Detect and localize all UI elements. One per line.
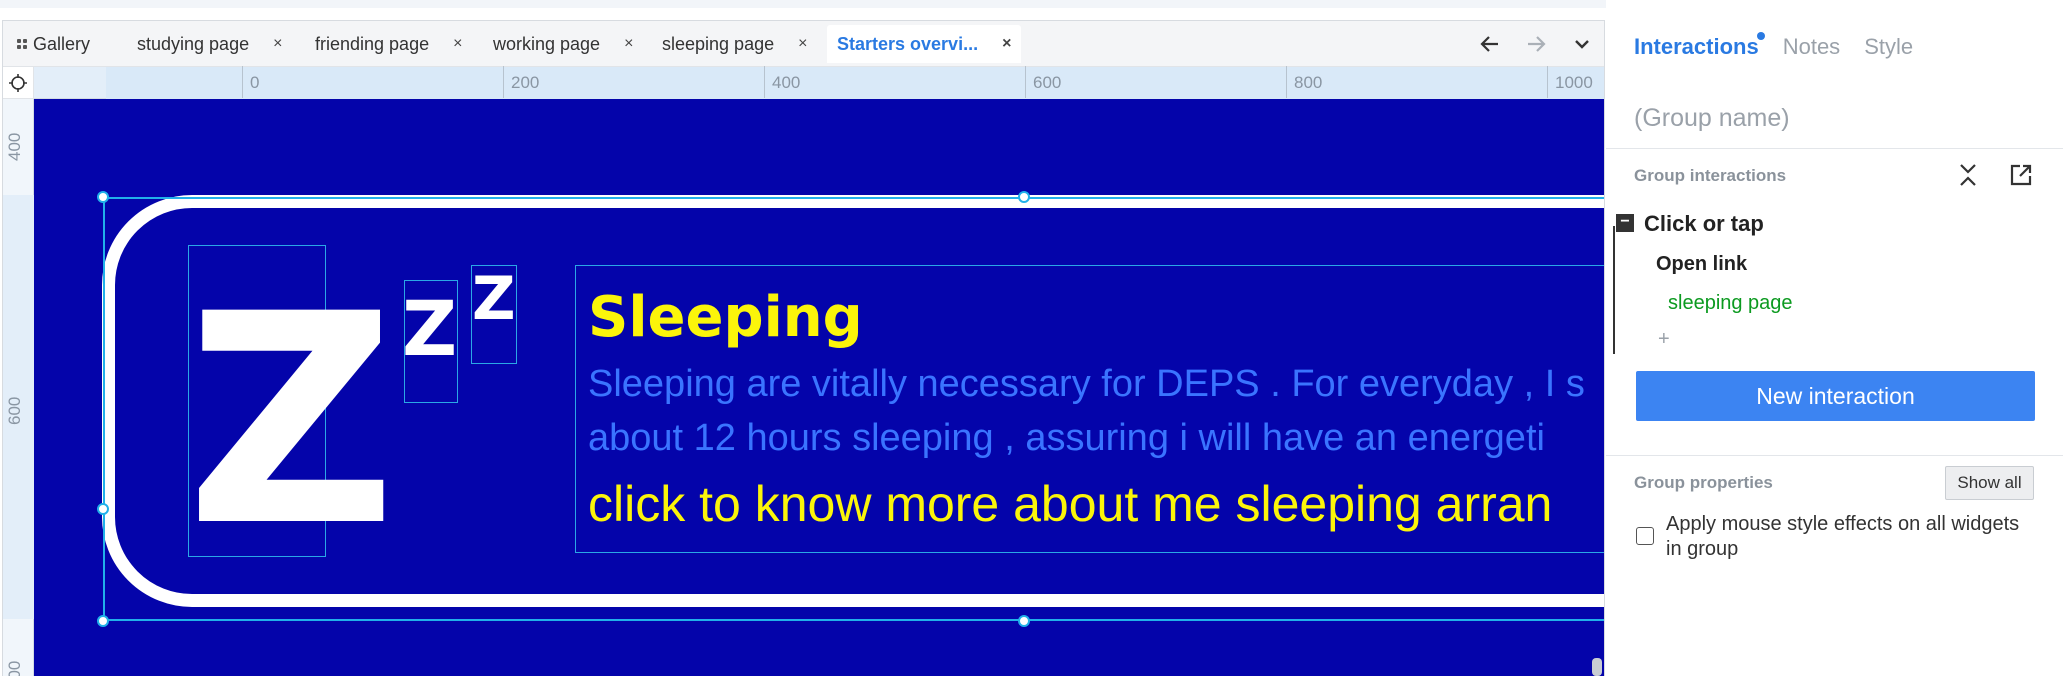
notification-dot <box>1756 32 1765 40</box>
mouse-style-checkbox[interactable] <box>1636 527 1654 545</box>
tab-label: Style <box>1864 34 1914 59</box>
resize-handle[interactable] <box>1018 191 1030 203</box>
tab-sleeping-page[interactable]: sleeping page × <box>652 25 817 63</box>
body-text-line[interactable]: Sleeping are vitally necessary for DEPS … <box>588 363 1585 406</box>
resize-handle[interactable] <box>97 615 109 627</box>
tab-label: Interactions <box>1634 34 1759 59</box>
ruler-label: 600 <box>1033 73 1062 92</box>
ruler-label: 200 <box>511 73 540 92</box>
arrow-left-icon[interactable] <box>1475 29 1505 59</box>
link-target[interactable]: sleeping page <box>1668 292 1793 315</box>
close-icon[interactable]: × <box>453 35 462 53</box>
tab-gallery[interactable]: Gallery <box>7 25 100 63</box>
tab-label: friending page <box>315 33 430 54</box>
collapse-icon[interactable] <box>1953 160 1983 190</box>
new-interaction-button[interactable]: New interaction <box>1636 371 2035 421</box>
grid-icon <box>17 39 27 49</box>
properties-panel: Interactions Notes Style (Group name) Gr… <box>1606 0 2063 676</box>
close-icon[interactable]: × <box>273 35 282 53</box>
ruler-label: 1000 <box>1555 73 1593 92</box>
ruler-tick <box>1025 66 1026 98</box>
tab-friending-page[interactable]: friending page × <box>305 25 472 63</box>
close-icon[interactable]: × <box>1002 35 1011 53</box>
tab-starters-overview[interactable]: Starters overvi... × <box>827 25 1022 63</box>
show-all-button[interactable]: Show all <box>1945 466 2034 500</box>
resize-handle[interactable] <box>1018 615 1030 627</box>
small-z-glyph[interactable]: Z <box>472 269 516 329</box>
panel-tabs: Interactions Notes Style <box>1634 32 1913 60</box>
ruler-label: 400 <box>772 73 801 92</box>
tab-style[interactable]: Style <box>1864 34 1913 60</box>
tree-line <box>1613 226 1615 354</box>
tab-label: Gallery <box>33 33 91 54</box>
group-interactions-heading: Group interactions <box>1634 166 1787 185</box>
resize-handle[interactable] <box>97 191 109 203</box>
ruler-tick <box>242 66 243 98</box>
close-icon[interactable]: × <box>624 35 633 53</box>
chevron-down-icon[interactable] <box>1567 29 1597 59</box>
action-label[interactable]: Open link <box>1656 253 1747 276</box>
resize-handle[interactable] <box>97 503 109 515</box>
tab-notes[interactable]: Notes <box>1783 34 1840 60</box>
ruler-label: 800 <box>5 660 24 676</box>
body-text-line[interactable]: about 12 hours sleeping , assuring i wil… <box>588 417 1545 460</box>
arrow-right-icon[interactable] <box>1521 29 1551 59</box>
ruler-highlight <box>106 67 1604 99</box>
tab-label: Notes <box>1782 34 1841 59</box>
vertical-ruler: 400 600 800 <box>3 99 34 676</box>
design-canvas[interactable]: Z Z Z Sleeping Sleeping are vitally nece… <box>34 99 1604 676</box>
add-action-icon[interactable]: + <box>1658 328 1670 351</box>
ruler-label: 0 <box>250 73 260 92</box>
tab-working-page[interactable]: working page × <box>483 25 643 63</box>
tab-interactions[interactable]: Interactions <box>1634 32 1765 60</box>
horizontal-ruler: 0 200 400 600 800 1000 <box>34 66 1604 99</box>
scrollbar-thumb[interactable] <box>1592 658 1602 676</box>
divider <box>1606 148 2063 149</box>
group-name-field[interactable]: (Group name) <box>1634 104 1790 133</box>
external-link-icon[interactable] <box>2006 160 2036 190</box>
ruler-tick <box>1547 66 1548 98</box>
editor-frame: Gallery studying page × friending page ×… <box>2 20 1605 676</box>
ruler-label: 400 <box>5 132 24 161</box>
close-icon[interactable]: × <box>798 35 807 53</box>
tab-studying-page[interactable]: studying page × <box>127 25 292 63</box>
tab-label: sleeping page <box>662 33 775 54</box>
tab-label: Starters overvi... <box>837 33 979 54</box>
mid-z-glyph[interactable]: Z <box>402 291 457 367</box>
tab-label: working page <box>493 33 601 54</box>
ruler-tick <box>764 66 765 98</box>
collapse-event-toggle[interactable]: − <box>1616 214 1634 232</box>
ruler-tick <box>1286 66 1287 98</box>
sleeping-title[interactable]: Sleeping <box>588 285 863 350</box>
tab-bar: Gallery studying page × friending page ×… <box>3 21 1604 67</box>
group-properties-heading: Group properties <box>1634 473 1773 492</box>
mouse-style-label[interactable]: Apply mouse style effects on all widgets… <box>1666 512 2026 562</box>
ruler-corner[interactable] <box>3 67 34 99</box>
ruler-label: 800 <box>1294 73 1323 92</box>
tab-label: studying page <box>137 33 250 54</box>
event-label[interactable]: Click or tap <box>1644 211 1764 237</box>
cta-text[interactable]: click to know more about me sleeping arr… <box>588 475 1552 533</box>
ruler-label: 600 <box>5 396 24 425</box>
divider <box>1606 455 2063 456</box>
big-z-glyph[interactable]: Z <box>186 277 396 567</box>
ruler-tick <box>503 66 504 98</box>
